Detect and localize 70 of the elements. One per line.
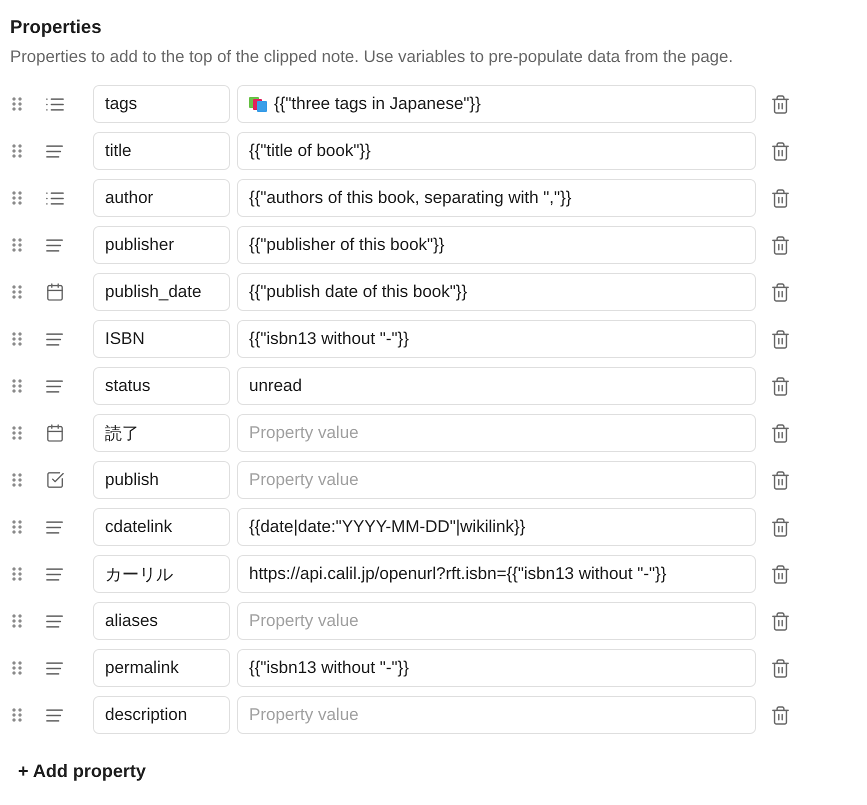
drag-handle-icon[interactable] [12,661,22,675]
property-value-field[interactable]: {{"isbn13 without "-"}} [237,320,756,358]
text-icon[interactable] [46,144,64,158]
property-value-field[interactable]: {{date|date:"YYYY-MM-DD"|wikilink}} [237,508,756,546]
trash-icon[interactable] [772,330,789,348]
trash-icon[interactable] [772,282,789,302]
text-icon[interactable] [46,520,64,534]
drag-handle-icon[interactable] [12,708,22,722]
property-name-field[interactable]: tags [93,85,230,123]
drag-handle-icon[interactable] [12,614,22,628]
trash-icon[interactable] [772,188,789,208]
property-name-field[interactable]: title [93,132,230,170]
drag-handle-icon[interactable] [12,379,22,393]
text-icon[interactable] [46,708,64,722]
property-name-field[interactable]: status [93,367,230,405]
property-value-field[interactable]: {{"publish date of this book"}} [237,273,756,311]
property-value-field[interactable]: unread [237,367,756,405]
drag-handle-icon[interactable] [12,473,22,487]
drag-handle-icon[interactable] [12,191,22,205]
section-title: Properties [10,15,103,39]
text-icon[interactable] [46,614,64,628]
add-property-button[interactable]: + Add property [10,757,154,786]
property-name-field[interactable]: aliases [93,602,230,640]
property-name-field[interactable]: カーリル [93,555,230,593]
property-value-field[interactable]: https://api.calil.jp/openurl?rft.isbn={{"isbn13 without "-"}} [237,555,756,593]
property-name-field[interactable]: 読了 [93,414,230,452]
trash-icon[interactable] [772,424,789,442]
checkbox-icon[interactable] [46,472,64,488]
trash-icon[interactable] [772,236,789,254]
drag-handle-icon[interactable] [12,97,22,111]
trash-icon[interactable] [772,94,789,114]
property-name-field[interactable]: permalink [93,649,230,687]
property-value-field[interactable]: {{"isbn13 without "-"}} [237,649,756,687]
text-icon[interactable] [46,662,64,674]
property-name-field[interactable]: description [93,696,230,734]
calendar-icon[interactable] [47,283,63,301]
trash-icon[interactable] [772,470,789,490]
trash-icon[interactable] [772,612,789,630]
text-icon[interactable] [46,380,64,392]
list-icon[interactable] [46,98,64,110]
property-value-field[interactable]: {{"publisher of this book"}} [237,226,756,264]
drag-handle-icon[interactable] [12,567,22,581]
property-name-field[interactable]: author [93,179,230,217]
trash-icon[interactable] [772,564,789,584]
calendar-icon[interactable] [47,424,63,442]
drag-handle-icon[interactable] [12,332,22,346]
trash-icon[interactable] [772,518,789,536]
list-icon[interactable] [46,192,64,204]
text-icon[interactable] [46,332,64,346]
trash-icon[interactable] [772,376,789,396]
books-emoji-icon [249,96,267,112]
property-name-field[interactable]: publish_date [93,273,230,311]
trash-icon[interactable] [772,658,789,678]
property-name-field[interactable]: cdatelink [93,508,230,546]
property-value-field[interactable]: {{"authors of this book, separating with ","}} [237,179,756,217]
drag-handle-icon[interactable] [12,144,22,158]
property-name-field[interactable]: publisher [93,226,230,264]
section-description: Properties to add to the top of the clipped note. Use variables to pre-populate data from the page. [10,46,734,68]
text-icon[interactable] [46,238,64,252]
property-value-field[interactable]: {{"three tags in Japanese"}} [237,85,756,123]
property-name-field[interactable]: publish [93,461,230,499]
trash-icon[interactable] [772,142,789,160]
property-value-field[interactable]: {{"title of book"}} [237,132,756,170]
property-name-field[interactable]: ISBN [93,320,230,358]
trash-icon[interactable] [772,706,789,724]
text-icon[interactable] [46,568,64,580]
drag-handle-icon[interactable] [12,520,22,534]
drag-handle-icon[interactable] [12,426,22,440]
drag-handle-icon[interactable] [12,285,22,299]
drag-handle-icon[interactable] [12,238,22,252]
